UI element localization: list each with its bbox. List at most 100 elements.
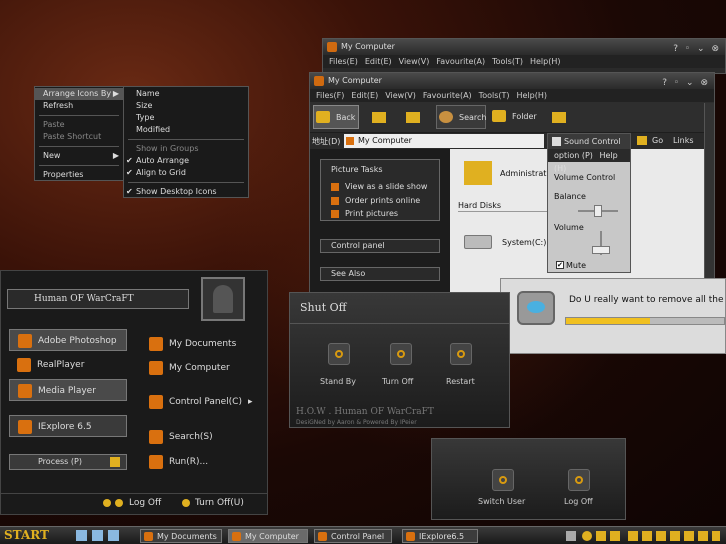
network-icon[interactable] xyxy=(582,531,592,541)
tray-icon[interactable] xyxy=(610,531,620,541)
menu-item-paste[interactable]: Paste xyxy=(35,119,123,131)
task-my-documents[interactable]: My Documents xyxy=(140,529,222,543)
divider xyxy=(1,493,267,494)
folder-icon[interactable] xyxy=(464,161,492,185)
menu-files[interactable]: Files(F) xyxy=(316,91,344,100)
tray-icon[interactable] xyxy=(656,531,666,541)
title-bar[interactable]: My Computer? ◦ ⌄ ⊗ xyxy=(323,39,725,55)
turn-off-button[interactable] xyxy=(390,343,412,365)
menu-edit[interactable]: Edit(E) xyxy=(365,57,392,66)
scrollbar[interactable] xyxy=(704,103,714,293)
switch-user-button[interactable] xyxy=(492,469,514,491)
window-controls[interactable]: ? ◦ ⌄ ⊗ xyxy=(662,75,710,91)
search-button[interactable]: Search xyxy=(436,105,486,129)
tray-icon[interactable] xyxy=(670,531,680,541)
task-iexplore[interactable]: IExplore6.5 xyxy=(402,529,478,543)
submenu-modified[interactable]: Modified xyxy=(124,124,248,136)
volume-slider[interactable] xyxy=(592,246,610,255)
submenu-show-icons[interactable]: ✔ Show Desktop Icons xyxy=(124,186,248,198)
task-order-prints[interactable]: Order prints online xyxy=(331,196,420,205)
task-my-computer[interactable]: My Computer xyxy=(228,529,308,543)
submenu-align-grid[interactable]: ✔ Align to Grid xyxy=(124,167,248,179)
system-drive-label[interactable]: System(C:) xyxy=(502,238,546,247)
up-icon[interactable] xyxy=(406,112,420,123)
menu-favourite[interactable]: Favourite(A) xyxy=(423,91,472,100)
tray-icon[interactable] xyxy=(642,531,652,541)
log-off-label: Log Off xyxy=(564,497,593,506)
tray-icon[interactable] xyxy=(684,531,694,541)
key-icon xyxy=(103,499,111,507)
views-icon[interactable] xyxy=(552,112,566,123)
menu-item-new[interactable]: New ▶ xyxy=(35,150,123,162)
menu-view[interactable]: View(V) xyxy=(385,91,416,100)
app-iexplore[interactable]: IExplore 6.5 xyxy=(9,415,127,437)
my-documents-link[interactable]: My Documents xyxy=(141,333,236,355)
my-computer-link[interactable]: My Computer xyxy=(141,357,230,379)
menu-help[interactable]: Help(H) xyxy=(530,57,561,66)
mute-checkbox[interactable]: ✔ xyxy=(556,261,564,269)
back-button[interactable]: Back xyxy=(313,105,359,129)
balance-slider[interactable] xyxy=(594,205,602,217)
submenu-size[interactable]: Size xyxy=(124,100,248,112)
volume-icon[interactable] xyxy=(596,531,606,541)
log-off-button[interactable] xyxy=(568,469,590,491)
task-slideshow[interactable]: View as a slide show xyxy=(331,182,427,191)
control-panel-link[interactable]: Control panel xyxy=(320,239,440,253)
power-icon xyxy=(182,499,190,507)
media-icon[interactable] xyxy=(108,530,119,541)
ie-icon[interactable] xyxy=(76,530,87,541)
tray-icon[interactable] xyxy=(698,531,708,541)
menu-option[interactable]: option (P) xyxy=(554,151,593,160)
window-controls[interactable]: ? ◦ ⌄ ⊗ xyxy=(673,41,721,57)
photoshop-icon xyxy=(18,334,32,348)
menu-item-properties[interactable]: Properties xyxy=(35,169,123,181)
menu-item-paste-shortcut[interactable]: Paste Shortcut xyxy=(35,131,123,143)
keyboard-icon[interactable] xyxy=(566,531,576,541)
admin-folder-label[interactable]: Administrat xyxy=(500,169,546,178)
drive-icon[interactable] xyxy=(464,235,492,249)
menu-item-refresh[interactable]: Refresh xyxy=(35,100,123,112)
menu-files[interactable]: Files(E) xyxy=(329,57,358,66)
see-also-panel[interactable]: See Also xyxy=(320,267,440,281)
go-button[interactable]: Go xyxy=(652,136,663,145)
restart-button[interactable] xyxy=(450,343,472,365)
submenu-show-groups[interactable]: Show in Groups xyxy=(124,143,248,155)
forward-icon[interactable] xyxy=(372,112,386,123)
start-button[interactable]: START xyxy=(0,527,56,544)
computer-icon xyxy=(232,532,241,541)
submenu-name[interactable]: Name xyxy=(124,88,248,100)
submenu-auto-arrange[interactable]: ✔ Auto Arrange xyxy=(124,155,248,167)
search-link[interactable]: Search(S) xyxy=(141,426,213,448)
menu-help[interactable]: Help(H) xyxy=(517,91,548,100)
toolbar: Back Search Folder xyxy=(310,102,714,132)
menu-edit[interactable]: Edit(E) xyxy=(351,91,378,100)
desktop-icon[interactable] xyxy=(92,530,103,541)
stand-by-button[interactable] xyxy=(328,343,350,365)
submenu-type[interactable]: Type xyxy=(124,112,248,124)
menu-item-arrange[interactable]: Arrange Icons By ▶ xyxy=(35,88,123,100)
go-icon[interactable] xyxy=(637,136,647,145)
task-print[interactable]: Print pictures xyxy=(331,209,398,218)
address-input[interactable]: My Computer xyxy=(344,134,544,148)
process-button[interactable]: Process (P) xyxy=(9,454,127,470)
app-media-player[interactable]: Media Player xyxy=(9,379,127,401)
avatar[interactable] xyxy=(201,277,245,321)
links-button[interactable]: Links xyxy=(673,136,694,145)
menu-tools[interactable]: Tools(T) xyxy=(492,57,523,66)
divider xyxy=(128,182,244,183)
task-control-panel[interactable]: Control Panel xyxy=(314,529,392,543)
folder-button[interactable]: Folder xyxy=(490,105,540,129)
run-link[interactable]: Run(R)... xyxy=(141,451,208,473)
turn-off-link[interactable]: Turn Off(U) xyxy=(182,498,244,508)
title-bar[interactable]: My Computer? ◦ ⌄ ⊗ xyxy=(310,73,714,89)
menu-favourite[interactable]: Favourite(A) xyxy=(436,57,485,66)
sound-title-bar[interactable]: Sound Control xyxy=(548,134,630,149)
menu-tools[interactable]: Tools(T) xyxy=(479,91,510,100)
menu-view[interactable]: View(V) xyxy=(399,57,430,66)
control-panel-link[interactable]: Control Panel(C) ▸ xyxy=(141,391,253,413)
tray-icon[interactable] xyxy=(712,531,720,541)
app-photoshop[interactable]: Adobe Photoshop xyxy=(9,329,127,351)
app-realplayer[interactable]: RealPlayer xyxy=(9,354,127,376)
log-off-link[interactable]: Log Off xyxy=(103,498,161,508)
tray-icon[interactable] xyxy=(628,531,638,541)
